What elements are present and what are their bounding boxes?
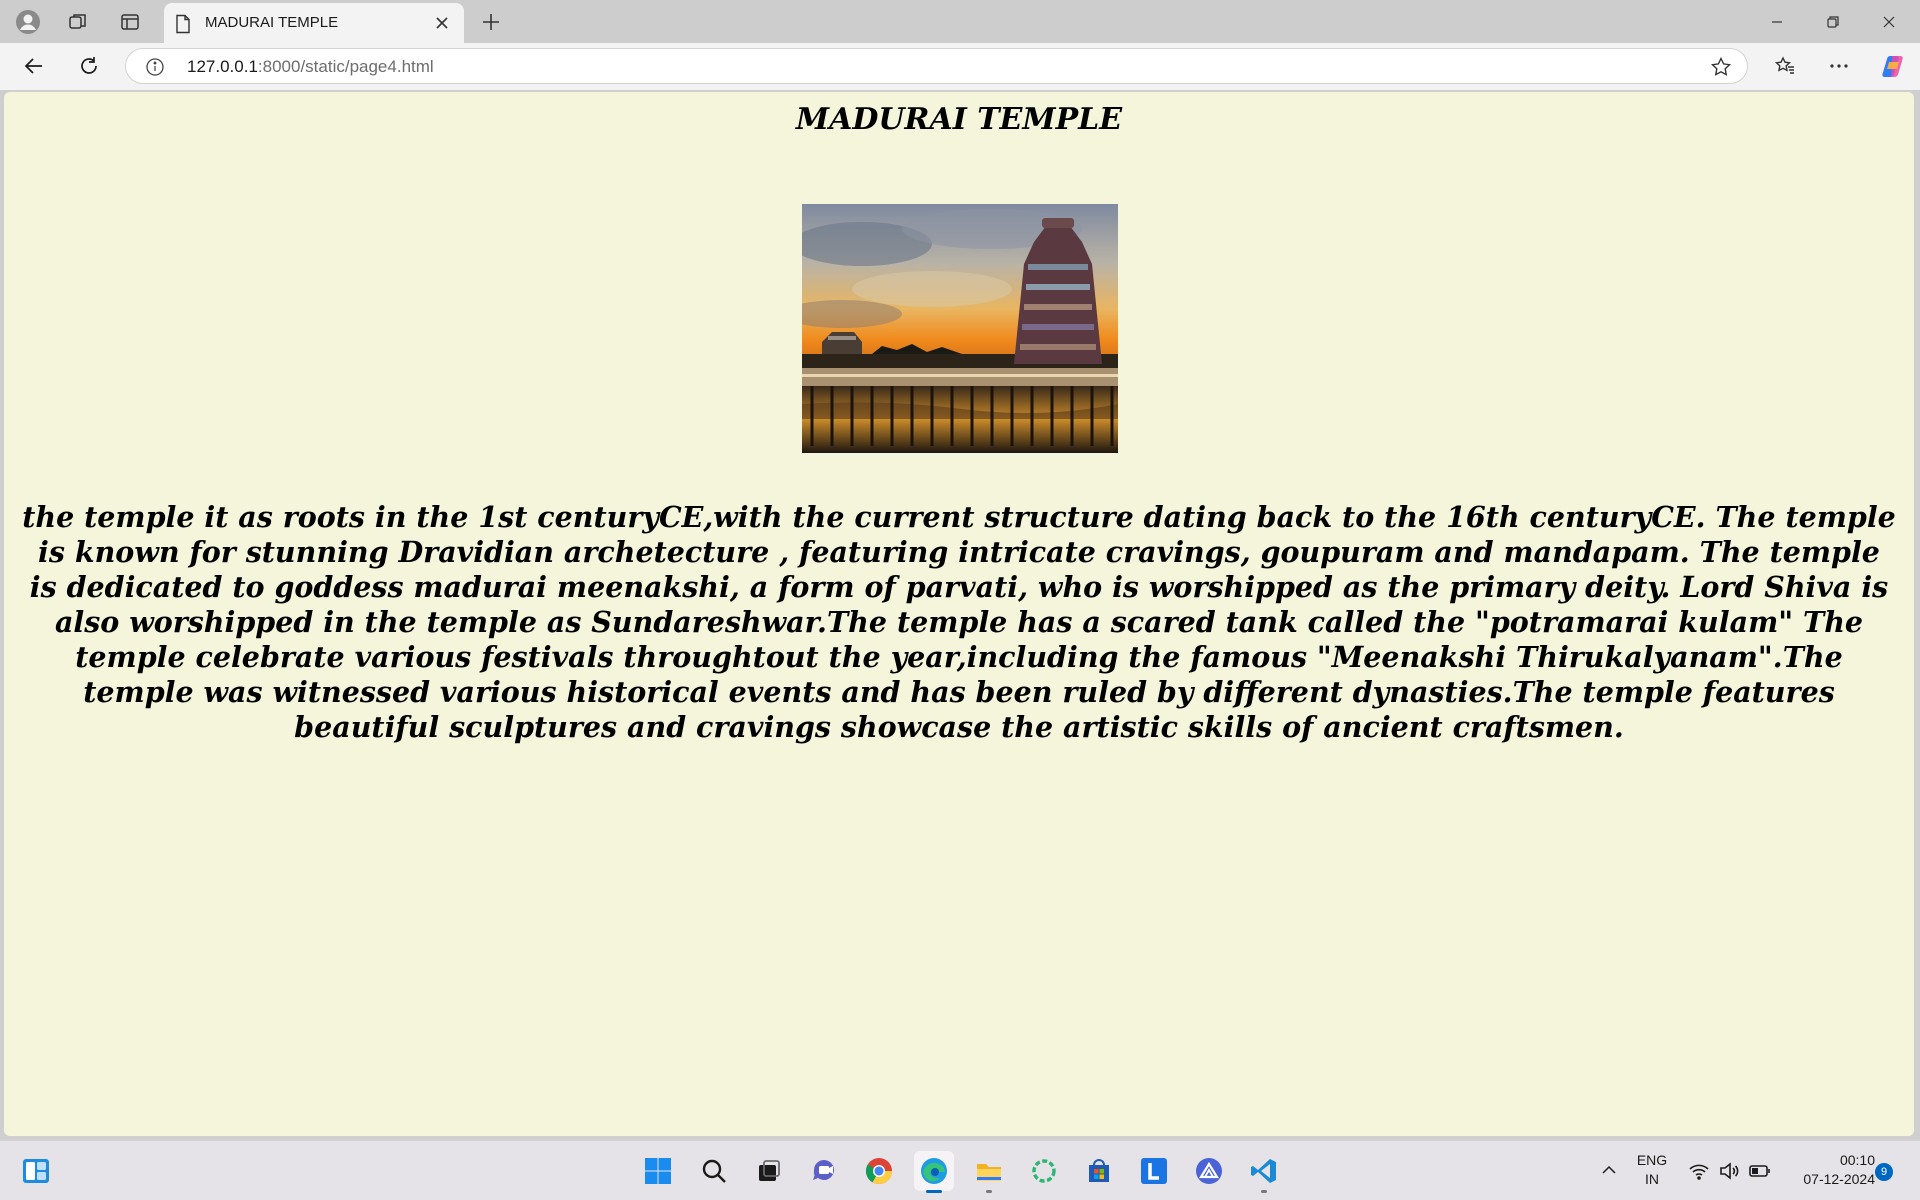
clock-time: 00:10 [1839, 1152, 1875, 1168]
show-hidden-icons-button[interactable] [1600, 1161, 1618, 1184]
running-indicator [1261, 1190, 1267, 1193]
vertical-tabs-button[interactable] [110, 5, 150, 38]
page-icon [176, 14, 190, 34]
clock[interactable]: 00:10 07-12-2024 [1785, 1151, 1875, 1189]
start-button[interactable] [638, 1151, 678, 1191]
chrome-button[interactable] [859, 1151, 899, 1191]
widgets-button[interactable] [16, 1151, 56, 1191]
favorites-icon [1774, 56, 1794, 74]
url-text[interactable]: 127.0.0.1:8000/static/page4.html [187, 57, 434, 77]
copilot-button[interactable] [1874, 49, 1912, 83]
teams-icon [813, 1160, 834, 1180]
teams-button[interactable] [804, 1151, 844, 1191]
vscode-icon [1251, 1159, 1276, 1183]
task-view-icon [759, 1160, 780, 1181]
url-host: 127.0.0.1 [187, 57, 258, 76]
notification-badge[interactable]: 9 [1875, 1163, 1893, 1181]
tab-title: MADURAI TEMPLE [205, 14, 339, 31]
close-icon [436, 17, 448, 29]
l-app-icon [1141, 1158, 1167, 1184]
store-button[interactable] [1079, 1151, 1119, 1191]
page-viewport: MADURAI TEMPLE the temple it as roots in… [4, 92, 1914, 1136]
speaker-icon [1720, 1162, 1739, 1180]
vpn-app-button[interactable] [1189, 1151, 1229, 1191]
store-icon [1089, 1159, 1109, 1182]
url-path: :8000/static/page4.html [257, 57, 434, 76]
back-button[interactable] [15, 49, 53, 83]
language-code: ENG [1636, 1152, 1668, 1168]
language-indicator[interactable]: ENG IN [1628, 1151, 1676, 1189]
battery-icon [1749, 1165, 1770, 1177]
vscode-button[interactable] [1244, 1151, 1284, 1193]
restore-button[interactable] [1805, 0, 1861, 43]
close-window-button[interactable] [1861, 0, 1917, 43]
arrow-left-icon [24, 58, 42, 74]
more-icon [1830, 64, 1848, 68]
workspaces-button[interactable] [58, 5, 98, 38]
refresh-button[interactable] [70, 49, 108, 83]
close-icon [1883, 16, 1895, 27]
temple-description: the temple it as roots in the 1st centur… [22, 500, 1896, 744]
l-app-button[interactable] [1134, 1151, 1174, 1191]
minimize-button[interactable] [1749, 0, 1805, 43]
edge-icon [921, 1158, 947, 1184]
workspaces-icon [69, 13, 86, 29]
region-code: IN [1645, 1171, 1659, 1187]
chevron-up-icon [1602, 1165, 1616, 1174]
copilot-icon [1882, 56, 1903, 77]
running-indicator [986, 1190, 992, 1193]
tab-actions-icon [121, 13, 139, 30]
plus-icon [483, 13, 499, 30]
clock-date: 07-12-2024 [1803, 1171, 1875, 1187]
sync-app-button[interactable] [1024, 1151, 1064, 1191]
temple-image [802, 204, 1118, 453]
windows-start-icon [645, 1158, 671, 1184]
search-icon [702, 1159, 726, 1183]
minimize-icon [1772, 20, 1782, 23]
refresh-icon [81, 57, 97, 74]
network-status[interactable] [1688, 1161, 1710, 1186]
search-button[interactable] [694, 1151, 734, 1191]
folder-icon [977, 1164, 1001, 1181]
wifi-icon [1689, 1164, 1709, 1180]
active-indicator [926, 1190, 942, 1193]
task-view-button[interactable] [749, 1151, 789, 1191]
restore-icon [1827, 15, 1839, 28]
favorites-button[interactable] [1766, 49, 1804, 83]
address-bar[interactable]: 127.0.0.1:8000/static/page4.html [125, 48, 1748, 84]
tab-close-button[interactable] [430, 11, 454, 35]
page-title: MADURAI TEMPLE [795, 102, 1123, 137]
profile-button[interactable] [8, 5, 48, 38]
new-tab-button[interactable] [471, 5, 511, 38]
sync-ring-icon [1032, 1159, 1056, 1183]
info-icon[interactable] [145, 57, 165, 77]
tab-strip: MADURAI TEMPLE [0, 0, 1920, 43]
file-explorer-button[interactable] [969, 1151, 1009, 1193]
edge-button[interactable] [914, 1151, 954, 1193]
tab-active[interactable]: MADURAI TEMPLE [164, 3, 464, 43]
volume-control[interactable] [1718, 1161, 1740, 1186]
battery-status[interactable] [1748, 1161, 1772, 1186]
browser-toolbar: 127.0.0.1:8000/static/page4.html [0, 43, 1920, 90]
chrome-icon [865, 1158, 893, 1185]
profile-icon [16, 9, 40, 34]
star-icon[interactable] [1710, 56, 1732, 78]
widgets-icon [23, 1159, 49, 1183]
vpn-app-icon [1196, 1158, 1222, 1184]
taskbar: ENG IN 00:10 07-12-2024 9 [0, 1140, 1920, 1200]
settings-more-button[interactable] [1820, 49, 1858, 83]
